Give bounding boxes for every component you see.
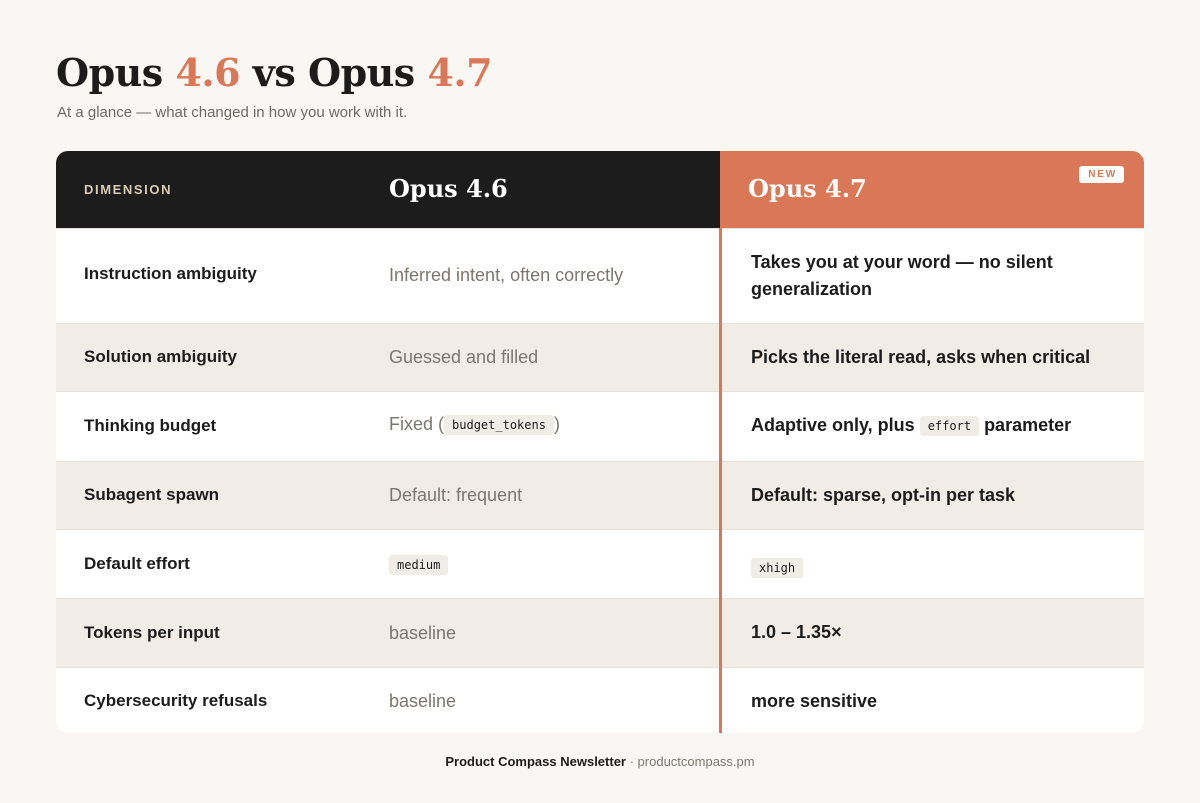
column-header-opus-4-6: Opus 4.6 xyxy=(389,174,508,203)
row-opus-4-7-value: xhigh xyxy=(751,554,804,582)
row-opus-4-7-value: Takes you at your word — no silent gener… xyxy=(751,252,1053,299)
table-header: DIMENSION Opus 4.6 Opus 4.7 NEW xyxy=(56,151,1144,228)
footer-separator: · xyxy=(625,754,638,769)
row-opus-4-6-value: Default: frequent xyxy=(389,485,523,505)
row-opus-4-6-value: medium xyxy=(389,554,449,575)
footer: Product Compass Newsletter · productcomp… xyxy=(0,754,1200,769)
table-header-right: Opus 4.7 NEW xyxy=(720,151,1144,228)
column-header-opus-4-7: Opus 4.7 xyxy=(748,174,867,203)
table-row: Instruction ambiguity Inferred intent, o… xyxy=(56,228,1144,323)
effort-code: effort xyxy=(919,416,980,436)
title-text-2: vs Opus xyxy=(240,50,428,95)
new-badge: NEW xyxy=(1079,166,1124,183)
value-prefix: Adaptive only, plus xyxy=(751,415,920,435)
table-row: Default effort medium xhigh xyxy=(56,529,1144,598)
row-opus-4-7-value: 1.0 – 1.35× xyxy=(751,622,842,642)
row-dimension: Subagent spawn xyxy=(84,485,220,504)
table-row: Cybersecurity refusals baseline more sen… xyxy=(56,667,1144,733)
title-text-1: Opus xyxy=(56,50,176,95)
row-dimension: Thinking budget xyxy=(84,416,217,435)
medium-code: medium xyxy=(389,555,449,575)
row-opus-4-7-value: Default: sparse, opt-in per task xyxy=(751,485,1016,505)
row-dimension: Default effort xyxy=(84,554,190,573)
value-suffix: ) xyxy=(553,414,560,434)
row-opus-4-6-value: baseline xyxy=(389,623,457,643)
table-row: Thinking budget Fixed (budget_tokens) Ad… xyxy=(56,391,1144,461)
title-version-old: 4.6 xyxy=(175,50,241,95)
row-dimension: Solution ambiguity xyxy=(84,347,237,366)
table-row: Tokens per input baseline 1.0 – 1.35× xyxy=(56,598,1144,667)
page-title: Opus 4.6 vs Opus 4.7 xyxy=(56,50,493,96)
row-dimension: Cybersecurity refusals xyxy=(84,691,268,710)
table-row: Solution ambiguity Guessed and filled Pi… xyxy=(56,323,1144,391)
row-opus-4-7-value: Adaptive only, plus effort parameter xyxy=(751,412,1121,440)
row-opus-4-6-value: Fixed (budget_tokens) xyxy=(389,414,560,435)
value-prefix: Fixed ( xyxy=(389,414,445,434)
title-version-new: 4.7 xyxy=(427,50,493,95)
row-dimension: Tokens per input xyxy=(84,623,220,642)
page-subtitle: At a glance — what changed in how you wo… xyxy=(57,104,408,121)
column-header-dimension: DIMENSION xyxy=(84,182,173,197)
row-opus-4-6-value: Inferred intent, often correctly xyxy=(389,265,624,285)
table-header-left: DIMENSION Opus 4.6 xyxy=(56,151,720,228)
xhigh-code: xhigh xyxy=(751,558,804,578)
comparison-table: DIMENSION Opus 4.6 Opus 4.7 NEW Instruct… xyxy=(56,151,1144,733)
row-opus-4-6-value: baseline xyxy=(389,691,457,711)
highlight-column-divider xyxy=(719,228,722,733)
row-opus-4-7-value: more sensitive xyxy=(751,691,878,711)
row-opus-4-6-value: Guessed and filled xyxy=(389,347,539,367)
footer-url: productcompass.pm xyxy=(637,754,755,769)
budget-tokens-code: budget_tokens xyxy=(444,415,554,435)
table-row: Subagent spawn Default: frequent Default… xyxy=(56,461,1144,529)
row-dimension: Instruction ambiguity xyxy=(84,264,257,283)
footer-brand: Product Compass Newsletter xyxy=(445,754,626,769)
row-opus-4-7-value: Picks the literal read, asks when critic… xyxy=(751,347,1091,367)
value-suffix: parameter xyxy=(979,415,1072,435)
